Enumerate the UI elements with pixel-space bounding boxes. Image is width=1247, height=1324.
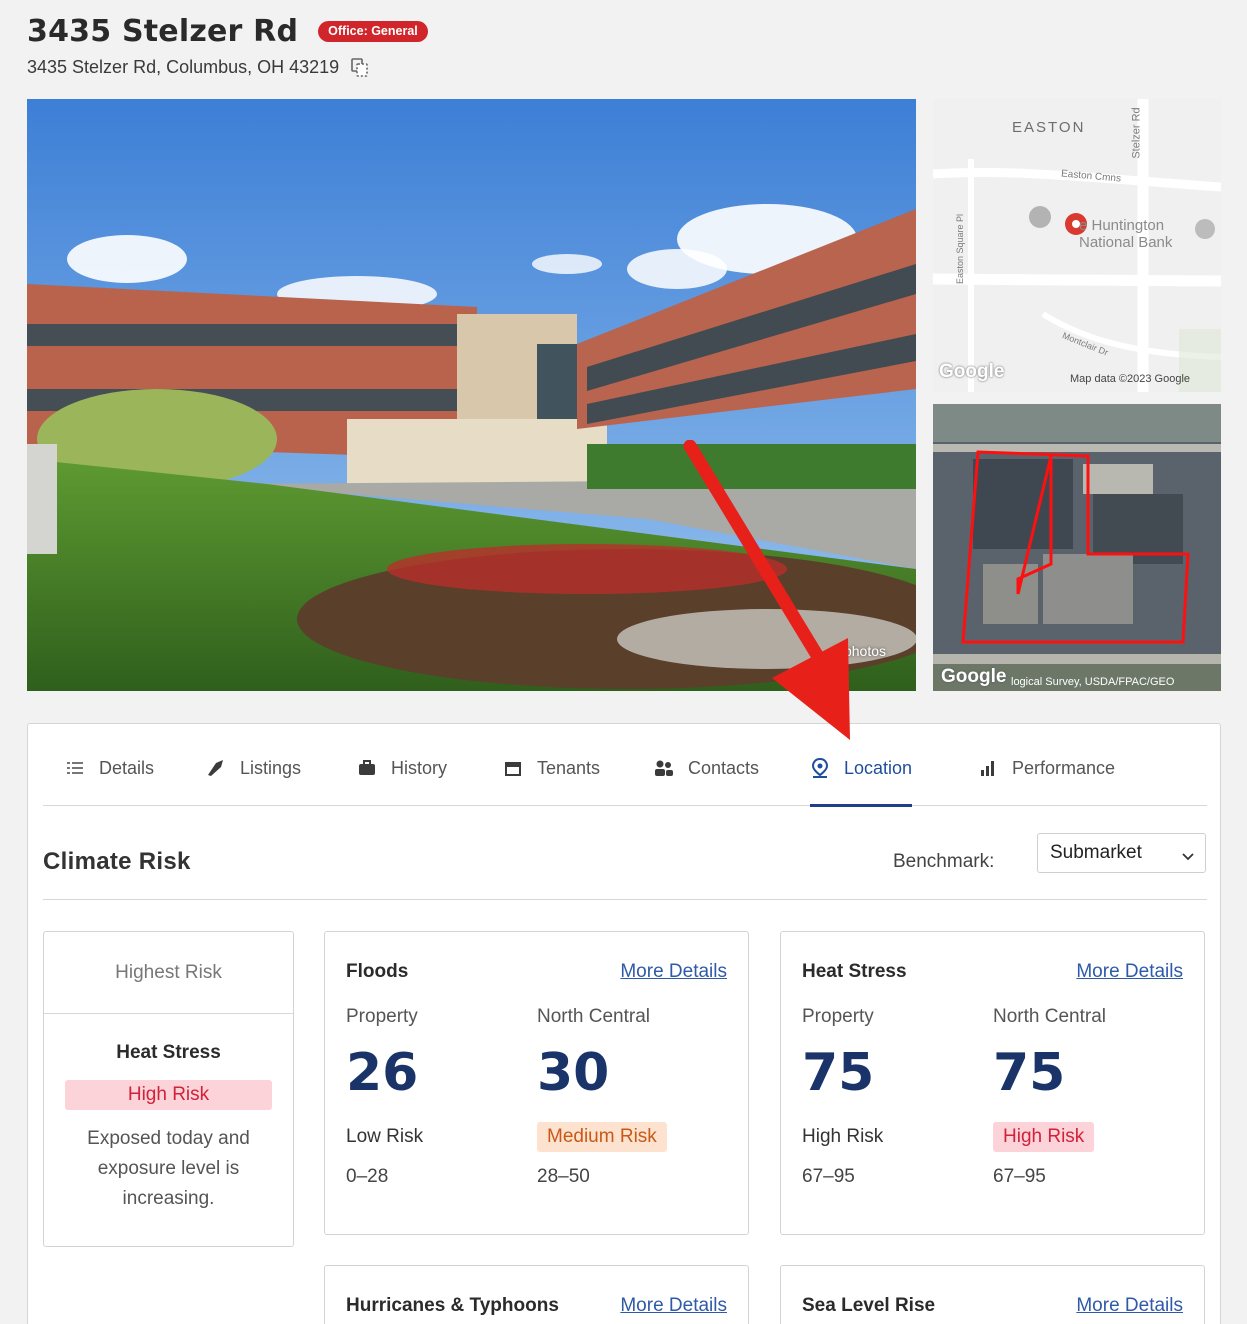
satellite-map[interactable]: Google logical Survey, USDA/FPAC/GEO [933,404,1221,691]
property-column: Property 26 Low Risk 0–28 [346,1006,423,1188]
region-column: North Central 30 Medium Risk 28–50 [537,1006,667,1188]
tag-icon [206,758,226,778]
tab-label: Contacts [688,758,760,778]
people-icon [654,758,674,778]
risk-card-title: Heat Stress [802,961,907,982]
copy-icon[interactable] [351,57,369,78]
map-attribution: Map data ©2023 Google [1070,373,1191,385]
section-title: Climate Risk [43,848,191,875]
sea-level-risk-card: Sea Level Rise More Details [780,1265,1205,1324]
highest-risk-heading: Highest Risk [44,932,293,1014]
tab-bar: Details Listings History Tenants Contact… [43,724,1207,807]
risk-score: 75 [802,1043,875,1103]
google-logo: Google [939,361,1005,382]
map-street-label: Easton Square Pl [955,213,966,285]
risk-range: 0–28 [346,1166,389,1187]
photo-count[interactable]: 6 photos [832,643,886,659]
risk-level: High Risk [802,1126,884,1147]
risk-level-badge: High Risk [993,1122,1095,1152]
risk-range: 67–95 [802,1166,855,1187]
risk-card-title: Sea Level Rise [802,1295,936,1316]
risk-range: 67–95 [993,1166,1046,1187]
property-photo[interactable]: 6 photos [27,99,916,691]
tab-contacts[interactable]: Contacts [654,748,759,806]
benchmark-select[interactable]: Submarket [1037,833,1206,873]
page-title: 3435 Stelzer Rd [27,14,299,49]
highest-risk-name: Heat Stress [116,1042,221,1063]
floods-risk-card: Floods More Details Property 26 Low Risk… [324,931,749,1235]
tab-tenants[interactable]: Tenants [503,748,600,806]
region-column: North Central 75 High Risk 67–95 [993,1006,1106,1188]
risk-level-badge: High Risk [65,1080,272,1110]
tab-label: History [391,758,448,778]
briefcase-icon [357,758,377,778]
benchmark-label: Benchmark: [893,851,995,872]
map-street-label: Stelzer Rd [1130,107,1143,159]
map-district-label: EASTON [1012,119,1086,136]
risk-card-title: Floods [346,961,409,982]
risk-card-title: Hurricanes & Typhoons [346,1295,559,1316]
risk-score: 75 [993,1043,1066,1103]
bar-chart-icon [978,758,998,778]
property-type-badge: Office: General [318,21,428,42]
column-label: Property [346,1006,418,1027]
column-label: North Central [537,1006,650,1027]
satellite-attribution: logical Survey, USDA/FPAC/GEO [1011,676,1175,688]
more-details-link[interactable]: More Details [1076,1295,1183,1317]
heat-stress-risk-card: Heat Stress More Details Property 75 Hig… [780,931,1205,1235]
tab-label: Tenants [537,758,601,778]
map-poi-label: e Huntington National Bank [1079,217,1173,251]
hurricanes-risk-card: Hurricanes & Typhoons More Details [324,1265,749,1324]
street-map[interactable]: EASTON Easton Cmns Stelzer Rd Easton Squ… [933,99,1221,392]
risk-score: 26 [346,1043,419,1103]
tab-location[interactable]: Location [810,748,913,807]
property-column: Property 75 High Risk 67–95 [802,1006,883,1188]
highest-risk-description: Exposed today and exposure level is incr… [87,1128,250,1209]
property-panel: Details Listings History Tenants Contact… [27,723,1221,1324]
tab-performance[interactable]: Performance [978,748,1115,806]
column-label: Property [802,1006,874,1027]
property-address: 3435 Stelzer Rd, Columbus, OH 43219 [27,57,340,77]
risk-level: Low Risk [346,1126,424,1147]
more-details-link[interactable]: More Details [1076,961,1183,983]
tab-label: Location [844,758,913,778]
tab-listings[interactable]: Listings [206,748,301,806]
tab-label: Performance [1012,758,1116,778]
tab-history[interactable]: History [357,748,447,806]
map-pin-icon [810,758,830,778]
list-icon [65,758,85,778]
storefront-icon [503,758,523,778]
google-logo: Google [941,666,1007,687]
tab-label: Listings [240,758,302,778]
chevron-down-icon [1181,846,1195,868]
more-details-link[interactable]: More Details [620,961,727,983]
divider [43,899,1207,900]
more-details-link[interactable]: More Details [620,1295,727,1317]
tab-label: Details [99,758,155,778]
risk-score: 30 [537,1043,610,1103]
column-label: North Central [993,1006,1106,1027]
risk-level-badge: Medium Risk [537,1122,667,1152]
tab-details[interactable]: Details [65,748,154,806]
property-header: 3435 Stelzer Rd Office: General 3435 Ste… [27,14,1227,78]
highest-risk-card: Highest Risk Heat Stress High Risk Expos… [43,931,294,1247]
benchmark-value: Submarket [1050,842,1142,863]
risk-range: 28–50 [537,1166,590,1187]
